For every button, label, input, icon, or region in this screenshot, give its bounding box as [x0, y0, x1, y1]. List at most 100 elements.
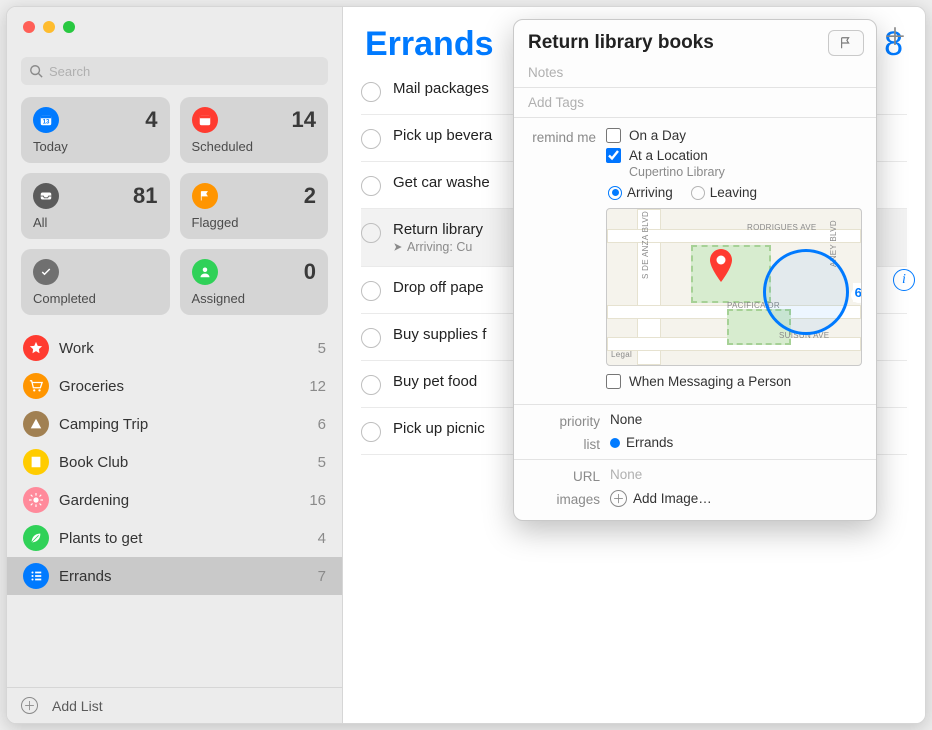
complete-toggle[interactable]: [361, 328, 381, 348]
plus-circle-icon: ＋: [610, 490, 627, 507]
plus-circle-icon: ＋: [21, 697, 38, 714]
list-item-label: Groceries: [59, 378, 124, 395]
new-reminder-button[interactable]: ＋: [883, 17, 907, 52]
list-item-label: Errands: [59, 568, 112, 585]
map-pin-icon: [709, 249, 733, 283]
complete-toggle[interactable]: [361, 129, 381, 149]
tile-scheduled-label: Scheduled: [192, 139, 317, 156]
list-color-dot-icon: [610, 438, 620, 448]
window-controls: [7, 7, 342, 47]
list-field-label: list: [528, 435, 610, 452]
add-image-button[interactable]: ＋Add Image…: [610, 490, 862, 507]
reminders-window: Search 13 4 Today 14 Scheduled: [6, 6, 926, 724]
sidebar-item-book-club[interactable]: Book Club5: [7, 443, 342, 481]
close-icon[interactable]: [23, 21, 35, 33]
info-icon[interactable]: i: [893, 269, 915, 291]
tile-today-label: Today: [33, 139, 158, 156]
radio-icon: [691, 186, 705, 200]
location-map[interactable]: S DE ANZA BLVD RODRIGUES AVE ANEY BLVD P…: [606, 208, 862, 366]
list-item-count: 7: [318, 568, 326, 585]
complete-toggle[interactable]: [361, 223, 381, 243]
location-name: Cupertino Library: [629, 165, 862, 179]
sidebar-item-groceries[interactable]: Groceries12: [7, 367, 342, 405]
details-title[interactable]: Return library books: [528, 32, 820, 54]
remind-me-label: remind me: [528, 128, 606, 394]
flag-icon: [839, 36, 853, 50]
complete-toggle[interactable]: [361, 422, 381, 442]
leaving-radio[interactable]: Leaving: [691, 185, 757, 200]
checkbox-icon[interactable]: [606, 128, 621, 143]
list-item-label: Plants to get: [59, 530, 142, 547]
list-item-count: 6: [318, 416, 326, 433]
sidebar-item-work[interactable]: Work5: [7, 329, 342, 367]
maximize-icon[interactable]: [63, 21, 75, 33]
tent-icon: [23, 411, 49, 437]
person-icon: [192, 259, 218, 285]
checkbox-icon[interactable]: [606, 374, 621, 389]
tile-today-count: 4: [145, 107, 157, 135]
checkbox-icon[interactable]: [606, 148, 621, 163]
tile-flagged[interactable]: 2 Flagged: [180, 173, 329, 239]
sidebar: Search 13 4 Today 14 Scheduled: [7, 7, 343, 723]
flag-button[interactable]: [828, 30, 864, 56]
arriving-radio[interactable]: Arriving: [608, 185, 673, 200]
sun-icon: [23, 487, 49, 513]
tile-assigned[interactable]: 0 Assigned: [180, 249, 329, 315]
tile-all-label: All: [33, 215, 158, 232]
images-label: images: [528, 490, 610, 507]
svg-text:13: 13: [43, 119, 50, 126]
leaving-label: Leaving: [710, 185, 757, 200]
radius-distance: 670 feet: [853, 283, 862, 302]
star-icon: [23, 335, 49, 361]
tile-scheduled-count: 14: [292, 107, 316, 135]
book-icon: [23, 449, 49, 475]
radio-icon: [608, 186, 622, 200]
location-icon: [393, 242, 403, 252]
geofence-radius[interactable]: [763, 249, 849, 335]
tile-completed[interactable]: Completed: [21, 249, 170, 315]
minimize-icon[interactable]: [43, 21, 55, 33]
notes-field[interactable]: Notes: [528, 65, 862, 80]
list-field-value[interactable]: Errands: [610, 435, 862, 452]
tile-scheduled[interactable]: 14 Scheduled: [180, 97, 329, 163]
search-input[interactable]: Search: [21, 57, 328, 85]
tile-flagged-count: 2: [304, 183, 316, 211]
sidebar-item-gardening[interactable]: Gardening16: [7, 481, 342, 519]
list-item-label: Camping Trip: [59, 416, 148, 433]
complete-toggle[interactable]: [361, 281, 381, 301]
at-location-label: At a Location: [629, 148, 708, 163]
sidebar-item-plants-to-get[interactable]: Plants to get 4: [7, 519, 342, 557]
leaf-icon: [23, 525, 49, 551]
priority-label: priority: [528, 412, 610, 429]
when-messaging-checkbox[interactable]: When Messaging a Person: [606, 374, 862, 389]
sidebar-item-camping-trip[interactable]: Camping Trip 6: [7, 405, 342, 443]
priority-value[interactable]: None: [610, 412, 862, 429]
on-a-day-label: On a Day: [629, 128, 686, 143]
add-list-button[interactable]: ＋ Add List: [7, 687, 342, 723]
list-item-count: 4: [318, 530, 326, 547]
details-popover: Return library books Notes Add Tags remi…: [513, 19, 877, 521]
cart-icon: [23, 373, 49, 399]
complete-toggle[interactable]: [361, 375, 381, 395]
tags-field[interactable]: Add Tags: [528, 95, 862, 110]
flag-icon: [192, 183, 218, 209]
sidebar-item-errands[interactable]: Errands 7: [7, 557, 342, 595]
list-item-label: Gardening: [59, 492, 129, 509]
list-title: Errands: [365, 25, 494, 64]
street-label: S DE ANZA BLVD: [641, 211, 650, 279]
url-value[interactable]: None: [610, 467, 862, 484]
tile-all[interactable]: 81 All: [21, 173, 170, 239]
tile-assigned-count: 0: [304, 259, 316, 287]
complete-toggle[interactable]: [361, 82, 381, 102]
tray-icon: [33, 183, 59, 209]
tile-flagged-label: Flagged: [192, 215, 317, 232]
search-placeholder: Search: [49, 64, 90, 79]
at-location-checkbox[interactable]: At a Location: [606, 148, 862, 163]
tile-today[interactable]: 13 4 Today: [21, 97, 170, 163]
complete-toggle[interactable]: [361, 176, 381, 196]
list-icon: [23, 563, 49, 589]
list-item-label: Book Club: [59, 454, 128, 471]
tile-all-count: 81: [133, 183, 157, 211]
on-a-day-checkbox[interactable]: On a Day: [606, 128, 862, 143]
list-item-count: 5: [318, 340, 326, 357]
